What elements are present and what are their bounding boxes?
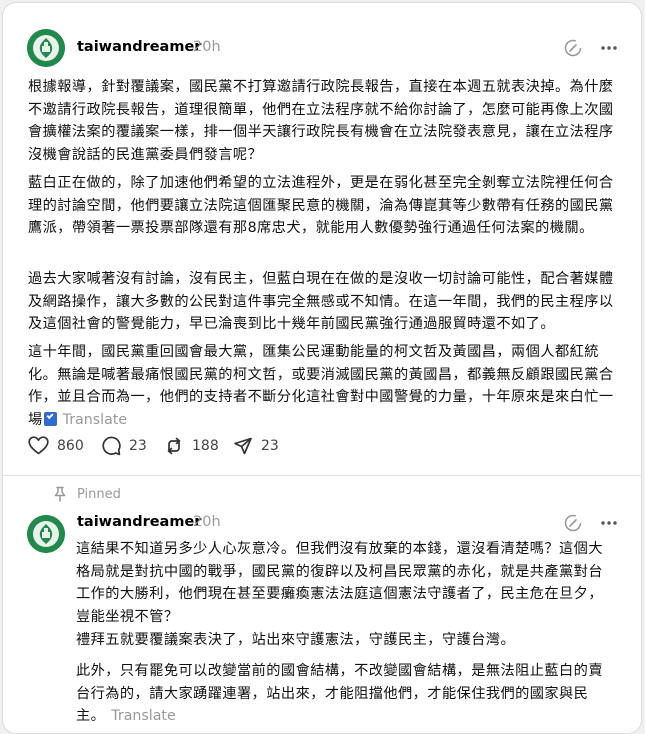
pinned-label: Pinned bbox=[77, 486, 121, 502]
post-paragraph: 藍白正在做的，除了加速他們希望的立法進程外，更是在弱化甚至完全剝奪立法院裡任何合… bbox=[28, 172, 620, 240]
paragraph-text: 禮拜五就要覆議案表決了，站出來守護憲法，守護民主，守護台灣。 bbox=[76, 632, 516, 648]
post-paragraph: 這十年間，國民黨重回國會最大黨，匯集公民運動能量的柯文哲及黃國昌，兩個人都紅統化… bbox=[28, 341, 620, 431]
paragraph-text: 根據報導，針對覆議案，國民黨不打算邀請行政院長報告，直接在本週五就表決掉。為什麼… bbox=[28, 79, 614, 163]
paragraph-text: 這結果不知道另多少人心灰意冷。但我們沒有放棄的本錢，還沒看清楚嗎？這個大格局就是… bbox=[76, 541, 603, 625]
post-paragraph: 過去大家喊著沒有討論，沒有民主，但藍白現在在做的是沒收一切討論可能性，配合著媒體… bbox=[28, 268, 620, 336]
share-button[interactable]: 23 bbox=[233, 436, 279, 456]
heart-icon bbox=[28, 436, 49, 455]
post-paragraph: 禮拜五就要覆議案表決了，站出來守護憲法，守護民主，守護台灣。 bbox=[76, 629, 616, 652]
comment-button[interactable]: 23 bbox=[101, 436, 147, 456]
post-username[interactable]: taiwandreamer bbox=[77, 39, 201, 55]
paragraph-text: 藍白正在做的，除了加速他們希望的立法進程外，更是在弱化甚至完全剝奪立法院裡任何合… bbox=[28, 175, 614, 237]
like-button[interactable]: 860 bbox=[28, 436, 84, 455]
avatar[interactable] bbox=[27, 29, 65, 67]
edit-indicator-icon[interactable] bbox=[563, 38, 583, 62]
feed-card: taiwandreamer 20h 根據報導，針對覆議案，國民黨不打算邀請行政院… bbox=[2, 2, 642, 734]
comment-icon bbox=[102, 436, 121, 456]
like-count: 860 bbox=[57, 437, 84, 454]
repost-button[interactable]: 188 bbox=[164, 436, 219, 456]
post-time[interactable]: 20h bbox=[193, 514, 221, 530]
share-count: 23 bbox=[261, 438, 279, 454]
more-options-icon[interactable] bbox=[600, 39, 618, 61]
repost-icon bbox=[167, 437, 181, 455]
repost-count: 188 bbox=[192, 438, 219, 454]
post-time[interactable]: 20h bbox=[193, 39, 221, 55]
paragraph-text: 過去大家喊著沒有討論，沒有民主，但藍白現在在做的是沒收一切討論可能性，配合著媒體… bbox=[28, 271, 614, 333]
down-arrow-emoji-icon bbox=[43, 411, 57, 426]
post-paragraph: 此外，只有罷免可以改變當前的國會結構，不改變國會結構，是無法阻止藍白的賣台行為的… bbox=[76, 660, 616, 728]
post-username[interactable]: taiwandreamer bbox=[77, 514, 201, 530]
post-divider bbox=[3, 475, 641, 476]
pinned-indicator: Pinned bbox=[53, 486, 121, 502]
avatar[interactable] bbox=[27, 515, 65, 553]
translate-link[interactable]: Translate bbox=[111, 708, 175, 724]
translate-link[interactable]: Translate bbox=[63, 412, 127, 428]
post-paragraph: 根據報導，針對覆議案，國民黨不打算邀請行政院長報告，直接在本週五就表決掉。為什麼… bbox=[28, 76, 620, 166]
send-icon bbox=[234, 437, 252, 455]
edit-indicator-icon[interactable] bbox=[563, 513, 583, 537]
pin-icon bbox=[54, 486, 66, 502]
comment-count: 23 bbox=[129, 438, 147, 454]
more-options-icon[interactable] bbox=[600, 514, 618, 536]
post-paragraph: 這結果不知道另多少人心灰意冷。但我們沒有放棄的本錢，還沒看清楚嗎？這個大格局就是… bbox=[76, 538, 616, 628]
